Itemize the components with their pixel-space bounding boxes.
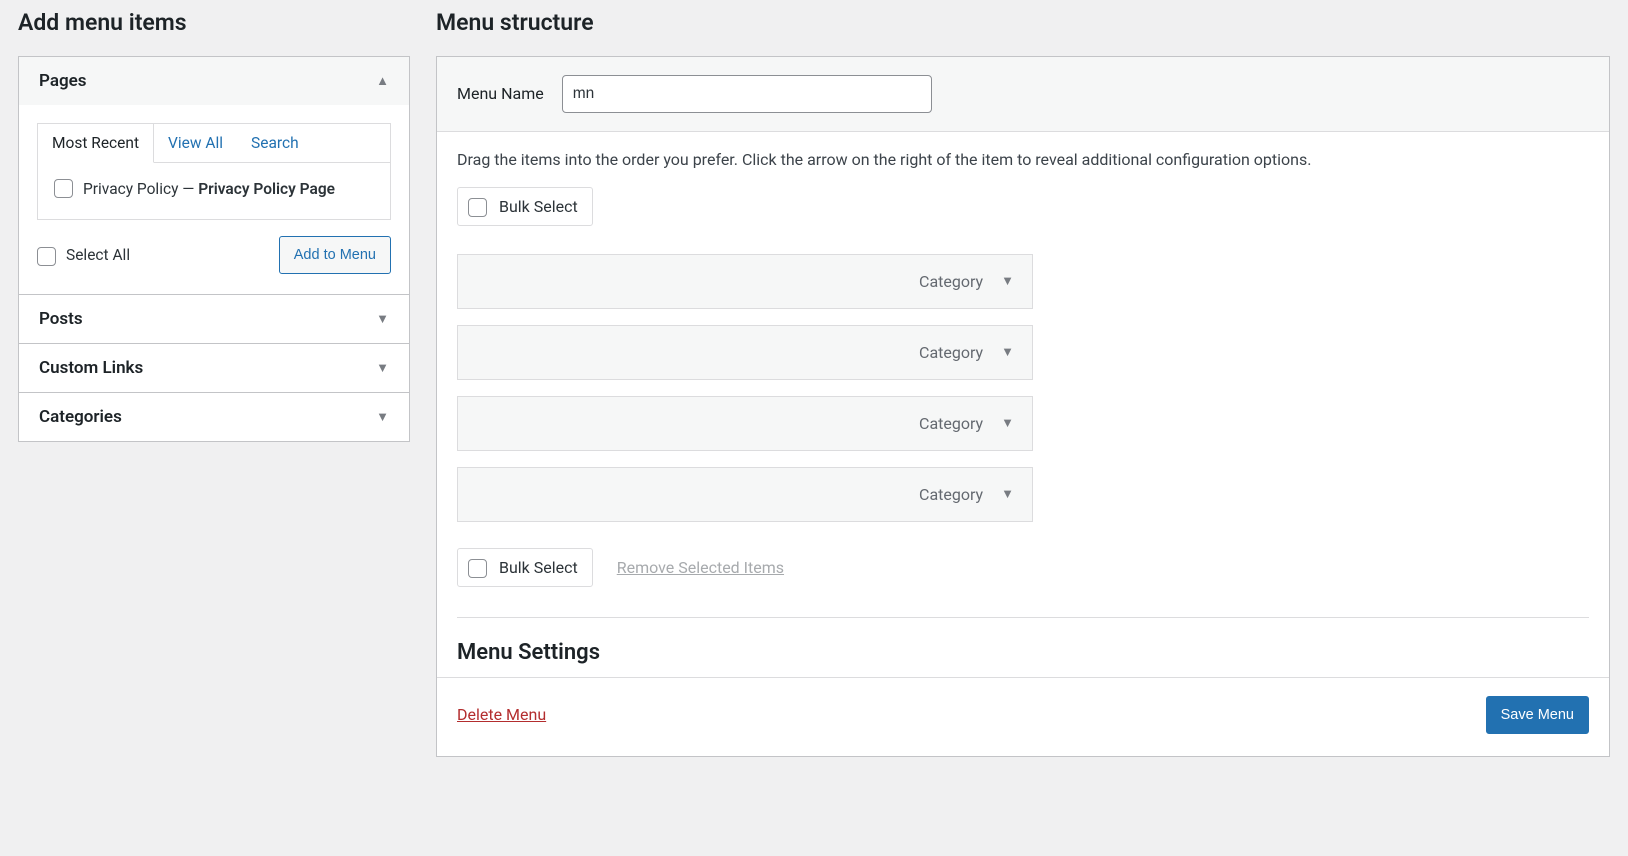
add-menu-items-heading: Add menu items <box>18 0 410 40</box>
accordion-panel: Pages ▲ Most Recent View All Search <box>18 56 410 442</box>
accordion-toggle-categories[interactable]: Categories ▼ <box>19 393 409 441</box>
menu-item-type-wrap: Category ▼ <box>919 414 1014 433</box>
tab-most-recent[interactable]: Most Recent <box>38 124 154 163</box>
caret-down-icon: ▼ <box>376 360 389 376</box>
accordion-title-categories: Categories <box>39 407 122 427</box>
accordion-title-pages: Pages <box>39 71 87 91</box>
select-all-pages[interactable]: Select All <box>37 245 130 266</box>
bulk-select-top-label: Bulk Select <box>499 197 578 216</box>
remove-selected-items-link[interactable]: Remove Selected Items <box>617 558 784 577</box>
accordion-section-custom-links: Custom Links ▼ <box>19 344 409 393</box>
page-item-checkbox[interactable] <box>54 179 73 198</box>
menu-item-type: Category <box>919 272 983 291</box>
menu-item-type: Category <box>919 414 983 433</box>
menu-structure-heading: Menu structure <box>436 0 1610 40</box>
menu-item-type-wrap: Category ▼ <box>919 343 1014 362</box>
accordion-section-posts: Posts ▼ <box>19 295 409 344</box>
page-item-privacy-policy[interactable]: Privacy Policy — Privacy Policy Page <box>54 177 374 201</box>
pages-tabs: Most Recent View All Search <box>38 124 390 163</box>
menu-name-row: Menu Name <box>437 57 1609 132</box>
menu-name-input[interactable] <box>562 75 932 113</box>
menu-items-list: Category ▼ Category ▼ <box>457 254 1033 522</box>
menu-item[interactable]: Category ▼ <box>457 254 1033 309</box>
separator <box>457 617 1589 618</box>
caret-down-icon: ▼ <box>376 409 389 425</box>
menu-item[interactable]: Category ▼ <box>457 467 1033 522</box>
bulk-select-bottom-label: Bulk Select <box>499 558 578 577</box>
caret-down-icon[interactable]: ▼ <box>1001 344 1014 360</box>
select-all-label: Select All <box>66 246 130 264</box>
menu-item[interactable]: Category ▼ <box>457 325 1033 380</box>
bulk-select-bottom[interactable]: Bulk Select <box>457 548 593 587</box>
menu-item-type: Category <box>919 343 983 362</box>
accordion-title-custom-links: Custom Links <box>39 358 143 378</box>
page-item-boldtext: Privacy Policy Page <box>198 180 335 198</box>
bulk-select-bottom-checkbox[interactable] <box>468 559 487 578</box>
caret-down-icon: ▼ <box>376 311 389 327</box>
save-menu-button[interactable]: Save Menu <box>1486 696 1589 734</box>
accordion-title-posts: Posts <box>39 309 83 329</box>
accordion-section-categories: Categories ▼ <box>19 393 409 441</box>
bulk-select-top-checkbox[interactable] <box>468 198 487 217</box>
tab-view-all[interactable]: View All <box>154 124 237 163</box>
select-all-checkbox[interactable] <box>37 247 56 266</box>
menu-name-label: Menu Name <box>457 84 544 103</box>
menu-item-type: Category <box>919 485 983 504</box>
menu-item-type-wrap: Category ▼ <box>919 272 1014 291</box>
menu-item-type-wrap: Category ▼ <box>919 485 1014 504</box>
menu-instructions: Drag the items into the order you prefer… <box>457 150 1589 169</box>
menu-structure-panel: Menu Name Drag the items into the order … <box>436 56 1610 757</box>
caret-up-icon: ▲ <box>376 73 389 89</box>
caret-down-icon[interactable]: ▼ <box>1001 273 1014 289</box>
delete-menu-link[interactable]: Delete Menu <box>457 705 546 724</box>
bulk-select-top[interactable]: Bulk Select <box>457 187 593 226</box>
menu-item[interactable]: Category ▼ <box>457 396 1033 451</box>
page-item-label: Privacy Policy — Privacy Policy Page <box>83 177 335 201</box>
accordion-body-pages: Most Recent View All Search Privacy Poli… <box>19 105 409 294</box>
accordion-toggle-custom-links[interactable]: Custom Links ▼ <box>19 344 409 392</box>
menu-settings-heading: Menu Settings <box>457 640 1589 665</box>
caret-down-icon[interactable]: ▼ <box>1001 415 1014 431</box>
add-to-menu-button[interactable]: Add to Menu <box>279 236 391 274</box>
accordion-toggle-pages[interactable]: Pages ▲ <box>19 57 409 105</box>
caret-down-icon[interactable]: ▼ <box>1001 486 1014 502</box>
accordion-toggle-posts[interactable]: Posts ▼ <box>19 295 409 343</box>
tab-search[interactable]: Search <box>237 124 313 163</box>
page-item-pretext: Privacy Policy — <box>83 180 198 198</box>
accordion-section-pages: Pages ▲ Most Recent View All Search <box>19 57 409 295</box>
